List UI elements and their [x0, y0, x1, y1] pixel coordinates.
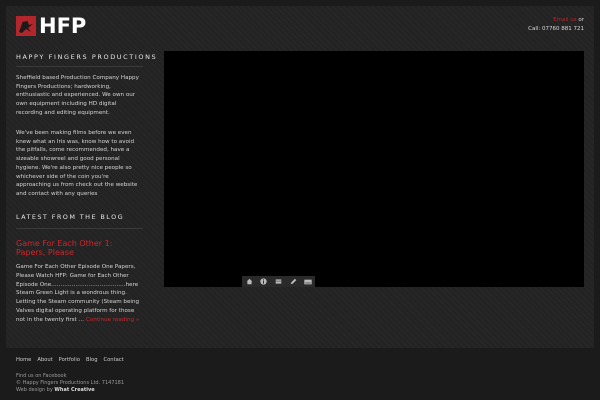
divider: [16, 228, 143, 229]
email-link[interactable]: Email us: [553, 17, 576, 23]
page-panel: HFP HAPPY FINGERS PRODUCTIONS Email us o…: [6, 6, 594, 348]
film-icon[interactable]: [274, 277, 283, 286]
keyboard-icon[interactable]: [303, 277, 312, 286]
site-tagline: HAPPY FINGERS PRODUCTIONS: [16, 53, 158, 61]
contact-info: Email us or Call: 07760 881 721: [528, 16, 584, 34]
continue-reading-link[interactable]: Continue reading »: [86, 317, 139, 323]
logo-mark-icon: [16, 16, 36, 36]
divider: [16, 66, 143, 67]
footer-link-about[interactable]: About: [37, 357, 52, 363]
facebook-link[interactable]: Find us on Facebook: [16, 373, 67, 379]
video-player[interactable]: [164, 51, 584, 287]
footer-nav: Home About Portfolio Blog Contact: [16, 357, 124, 363]
copyright: © Happy Fingers Productions Ltd. 7147181: [16, 380, 125, 386]
contact-or: or: [576, 17, 584, 23]
intro-paragraph-1: Sheffield based Production Company Happy…: [16, 75, 139, 116]
blog-post-excerpt: Game For Each Other Episode One Papers, …: [16, 263, 144, 325]
web-credit-prefix: Web design by: [16, 387, 55, 393]
web-credit: Web design by What Creative: [16, 387, 95, 393]
logo-text: HFP: [39, 14, 87, 38]
video-control-bar: [242, 276, 315, 287]
logo[interactable]: HFP: [16, 14, 87, 38]
intro-paragraph-2: We've been making films before we even k…: [16, 130, 138, 197]
blog-post-title[interactable]: Game For Each Other 1: Papers, Please: [16, 239, 144, 257]
edit-icon[interactable]: [289, 277, 298, 286]
blog-heading: LATEST FROM THE BLOG: [16, 213, 125, 221]
web-credit-link[interactable]: What Creative: [54, 387, 94, 393]
footer-link-blog[interactable]: Blog: [86, 357, 97, 363]
info-icon[interactable]: [259, 277, 268, 286]
phone-number: Call: 07760 881 721: [528, 26, 584, 32]
home-icon[interactable]: [245, 277, 254, 286]
footer-link-home[interactable]: Home: [16, 357, 31, 363]
footer-link-portfolio[interactable]: Portfolio: [59, 357, 80, 363]
footer-link-contact[interactable]: Contact: [103, 357, 123, 363]
blog-post-excerpt-text: Game For Each Other Episode One Papers, …: [16, 264, 140, 323]
